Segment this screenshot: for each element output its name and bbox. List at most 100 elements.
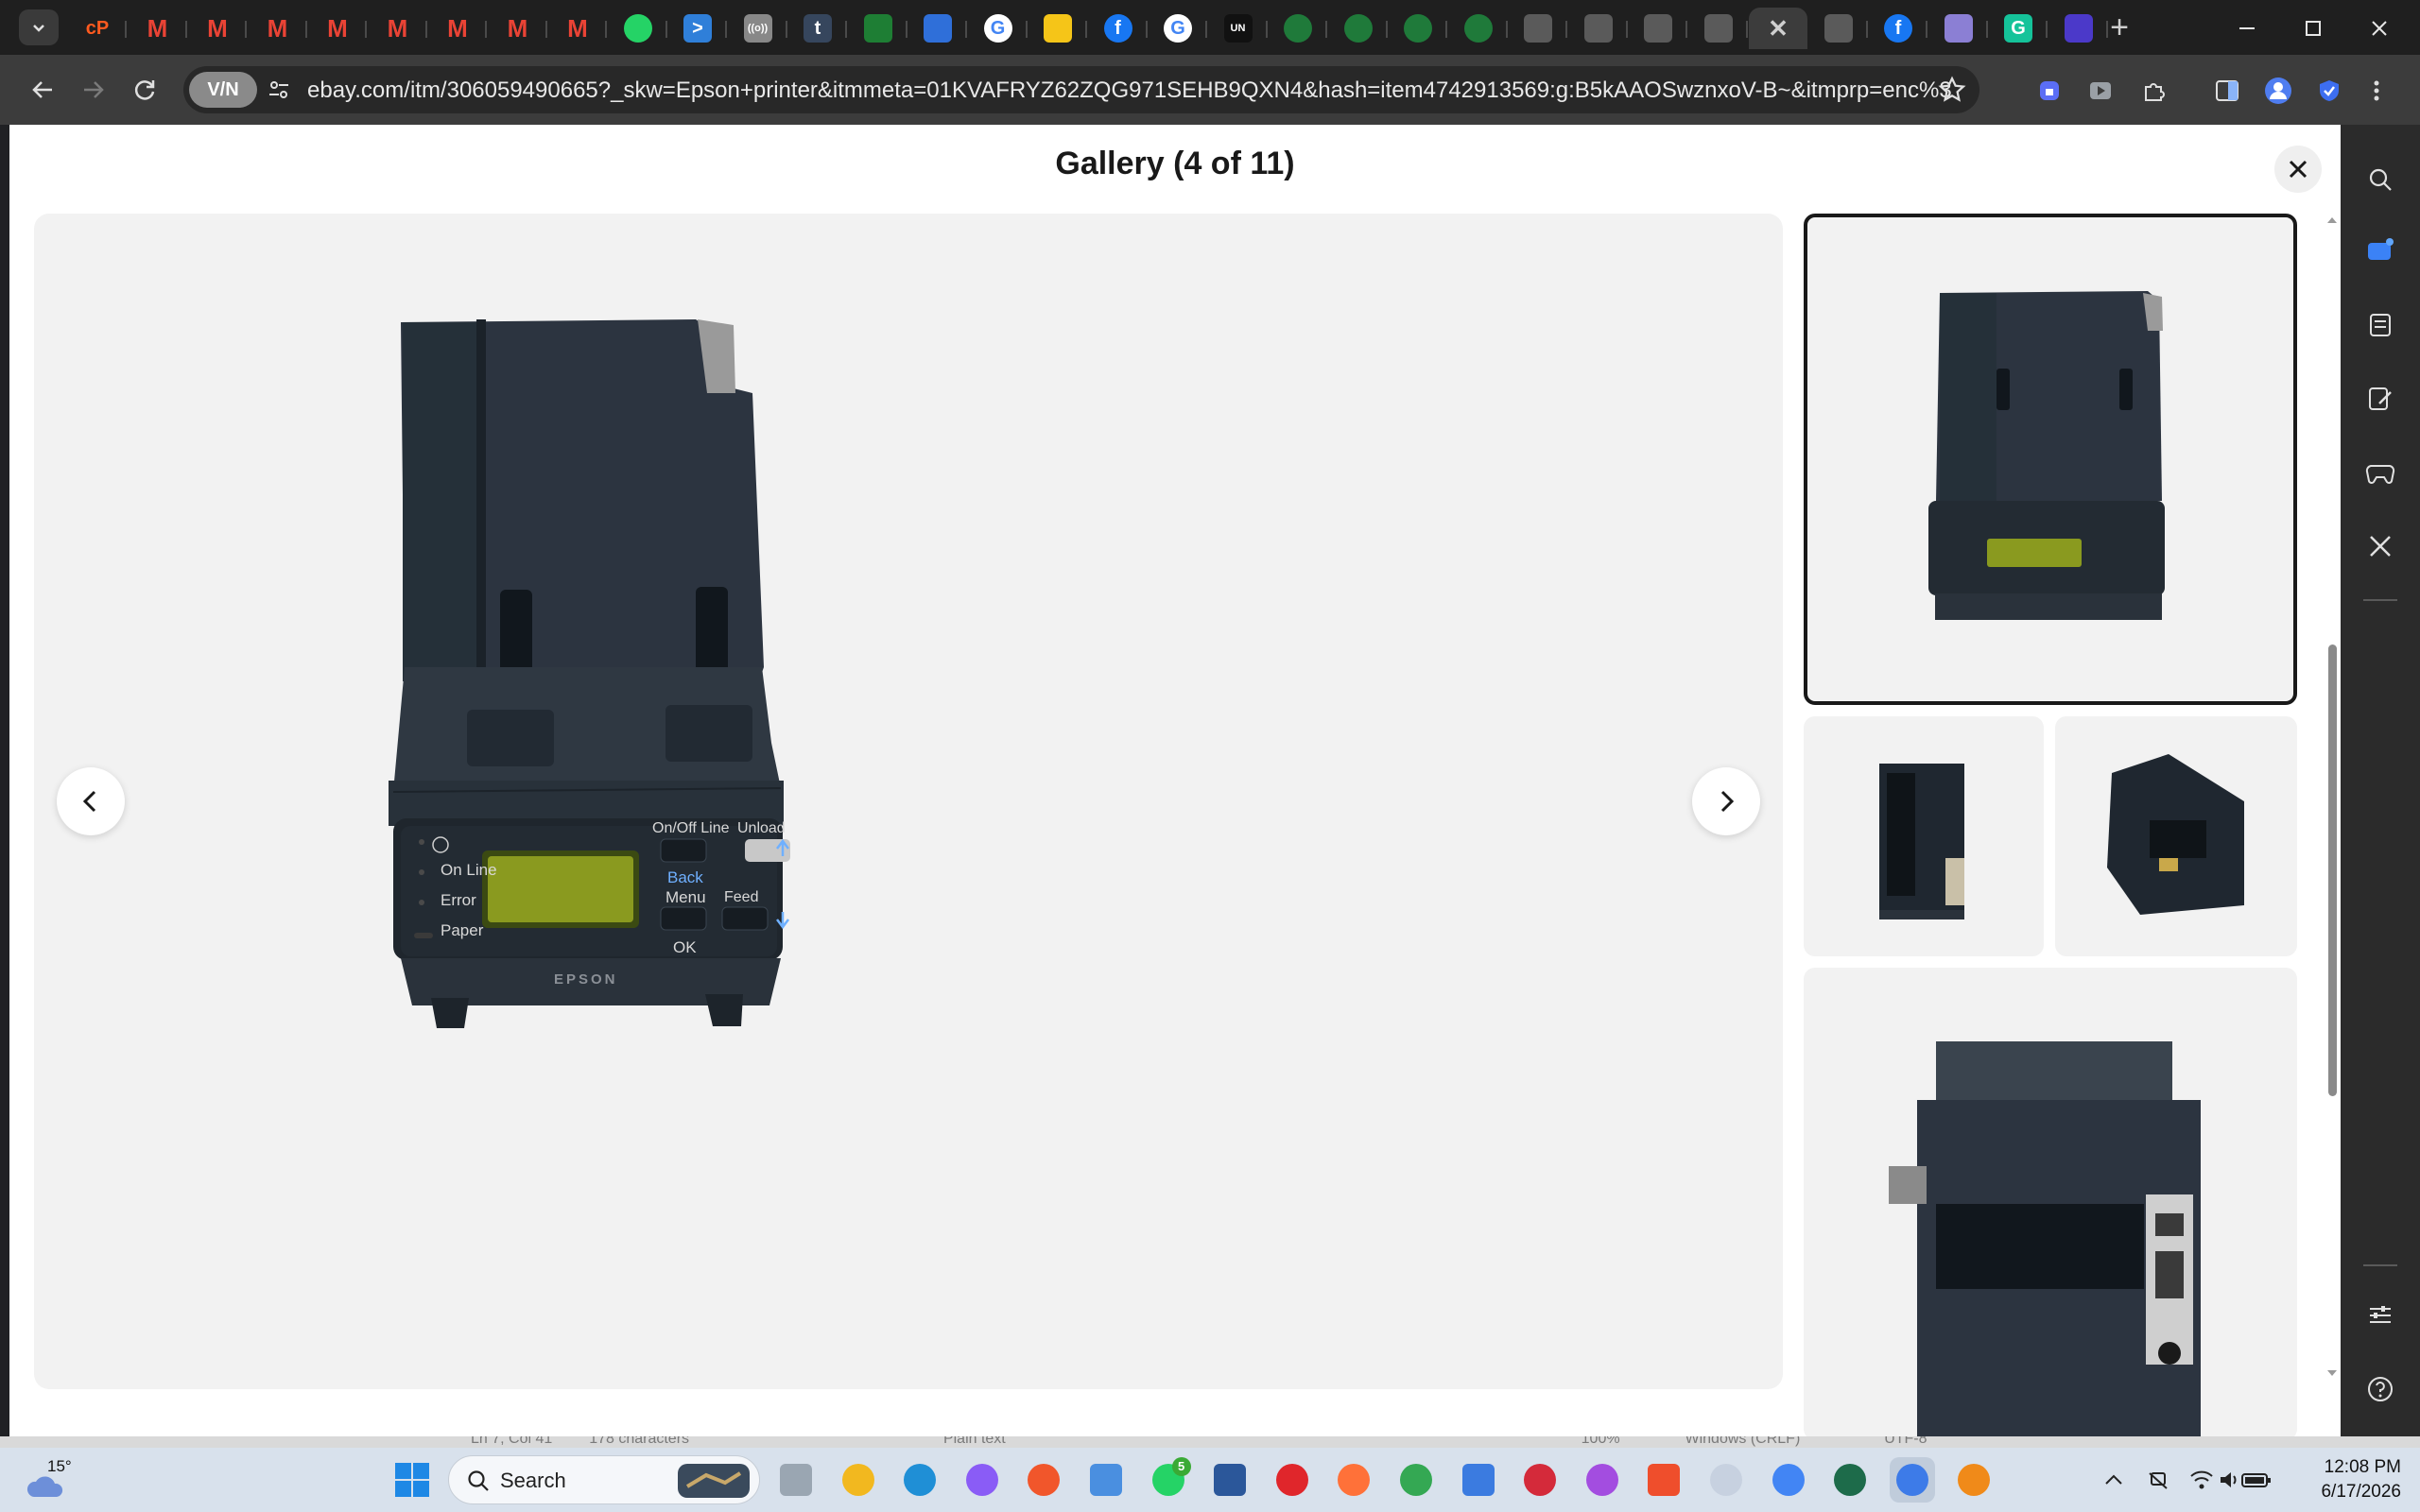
chevron-up-icon[interactable] [2102,1469,2125,1491]
browser-tab[interactable]: M [489,8,547,49]
taskbar-app[interactable] [836,1457,881,1503]
new-tab-button[interactable]: + [2100,11,2138,45]
taskbar-app[interactable] [1951,1457,1996,1503]
taskbar-app[interactable] [1641,1457,1686,1503]
browser-tab[interactable]: M [428,8,487,49]
taskbar-app[interactable] [1083,1457,1129,1503]
site-info-button[interactable] [265,76,293,104]
vpn-toggle[interactable]: V/N [189,72,257,108]
close-gallery-button[interactable] [2274,146,2322,193]
url-text[interactable]: ebay.com/itm/306059490665?_skw=Epson+pri… [307,77,1952,104]
extensions-button[interactable] [2135,72,2172,110]
browser-tab[interactable] [1028,8,1087,49]
taskbar-app[interactable] [1580,1457,1625,1503]
taskbar-app[interactable] [1456,1457,1501,1503]
taskbar-app[interactable]: 5 [1146,1457,1191,1503]
thumbnail-2[interactable] [1804,716,2044,956]
browser-menu-button[interactable] [2358,72,2395,110]
browser-tab[interactable] [1569,8,1628,49]
taskbar-app[interactable] [1703,1457,1749,1503]
thumbnail-4[interactable] [1804,968,2297,1436]
tab-search-button[interactable] [19,9,59,45]
sidebar-games-button[interactable] [2360,452,2401,493]
volume-icon[interactable] [2218,1468,2242,1492]
browser-tab[interactable]: f [1089,8,1148,49]
browser-tab[interactable]: cP [68,8,127,49]
browser-tab[interactable] [2049,8,2108,49]
gallery-scrollbar[interactable] [2324,212,2341,1383]
location-off-icon[interactable] [2146,1468,2170,1492]
taskbar-app[interactable] [1827,1457,1873,1503]
extension-bitwarden[interactable] [2031,72,2068,110]
taskbar-app[interactable] [1331,1457,1376,1503]
profile-button[interactable] [2259,72,2297,110]
browser-tab[interactable] [609,8,667,49]
main-gallery-image[interactable]: On Line Error Paper On/Off Line Unload B… [34,214,1783,1389]
browser-tab[interactable] [1449,8,1508,49]
browser-tab[interactable]: M [129,8,187,49]
taskbar-app[interactable] [1021,1457,1066,1503]
taskbar-app[interactable] [959,1457,1005,1503]
sidebar-collections-button[interactable] [2360,304,2401,346]
taskbar-app[interactable] [1766,1457,1811,1503]
browser-tab[interactable] [1929,8,1988,49]
browser-tab[interactable]: f [1869,8,1927,49]
forward-button[interactable] [72,68,115,112]
browser-tab[interactable]: G [969,8,1028,49]
taskbar-app[interactable] [1270,1457,1315,1503]
extension-video[interactable] [2082,72,2119,110]
taskbar-app[interactable] [773,1457,819,1503]
taskbar-clock[interactable]: 12:08 PM 6/17/2026 [2288,1455,2401,1504]
browser-tab[interactable] [1809,8,1868,49]
start-button[interactable] [393,1461,431,1499]
scrollbar-thumb[interactable] [2328,644,2337,1096]
browser-tab[interactable]: M [548,8,607,49]
browser-tab[interactable]: M [308,8,367,49]
back-button[interactable] [21,68,64,112]
reload-button[interactable] [123,68,166,112]
browser-tab[interactable] [908,8,967,49]
previous-image-button[interactable] [57,767,125,835]
next-image-button[interactable] [1692,767,1760,835]
thumbnail-3[interactable] [2055,716,2297,956]
weather-widget[interactable]: 15° [19,1455,76,1504]
close-window-button[interactable] [2346,8,2412,49]
browser-tab[interactable]: ((o)) [729,8,787,49]
browser-tab[interactable]: G [1149,8,1207,49]
taskbar-app[interactable] [1393,1457,1439,1503]
browser-tab[interactable] [849,8,908,49]
browser-tab[interactable]: > [668,8,727,49]
maximize-button[interactable] [2280,8,2346,49]
taskbar-app[interactable] [1889,1457,1935,1503]
side-panel-button[interactable] [2208,72,2246,110]
browser-tab[interactable] [1389,8,1447,49]
browser-tab[interactable] [1509,8,1567,49]
sidebar-notes-button[interactable] [2360,378,2401,420]
sidebar-help-button[interactable] [2360,1368,2401,1410]
thumbnail-1[interactable] [1804,214,2297,705]
browser-tab[interactable] [1329,8,1388,49]
sidebar-customize-button[interactable] [2360,1295,2401,1336]
browser-tab[interactable]: G [1989,8,2048,49]
browser-tab[interactable]: M [188,8,247,49]
taskbar-app[interactable] [1517,1457,1563,1503]
wifi-icon[interactable] [2189,1468,2214,1492]
browser-tab[interactable]: t [788,8,847,49]
browser-tab[interactable]: M [249,8,307,49]
bookmark-button[interactable] [1938,76,1966,109]
browser-tab[interactable] [1629,8,1687,49]
taskbar-app[interactable] [897,1457,942,1503]
taskbar-app[interactable] [1207,1457,1253,1503]
browser-tab[interactable]: ✕ [1749,8,1807,49]
sidebar-search-button[interactable] [2360,159,2401,200]
browser-tab[interactable] [1269,8,1327,49]
close-icon[interactable]: ✕ [1764,14,1792,43]
battery-icon[interactable] [2240,1468,2273,1492]
address-bar[interactable]: V/N ebay.com/itm/306059490665?_skw=Epson… [183,66,1979,113]
sidebar-copilot-button[interactable] [2360,231,2401,272]
minimize-button[interactable] [2214,8,2280,49]
taskbar-search-box[interactable]: Search [448,1455,760,1504]
browser-tab[interactable]: M [369,8,427,49]
extension-security[interactable] [2310,72,2348,110]
browser-tab[interactable] [1689,8,1748,49]
